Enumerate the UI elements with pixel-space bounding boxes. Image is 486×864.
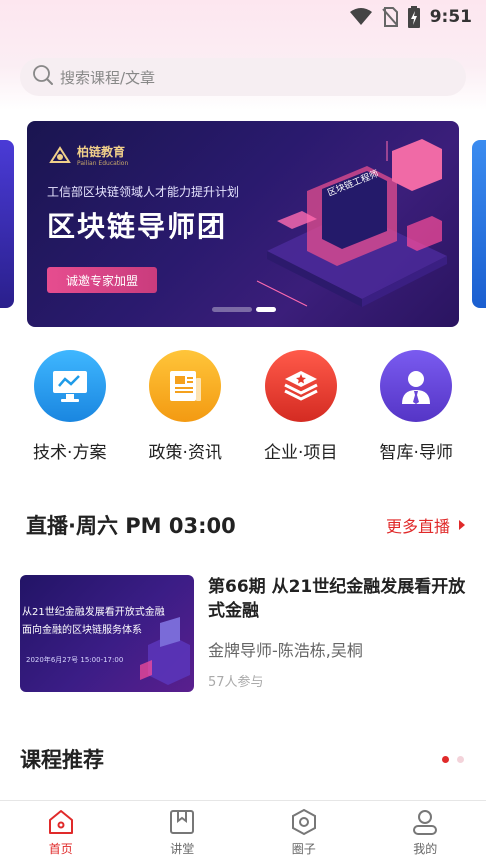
banner-prev-peek[interactable]	[0, 140, 14, 308]
thumbnail-illustration	[140, 617, 190, 685]
banner-isometric-illustration: 区块链工程师	[256, 139, 447, 307]
battery-charging-icon	[407, 6, 420, 28]
tab-lecture[interactable]: 讲堂	[132, 808, 232, 857]
bottom-tab-bar: 首页 讲堂 圈子 我的	[0, 800, 486, 864]
banner-subtitle: 工信部区块链领域人才能力提升计划	[47, 185, 240, 199]
banner-cta-button[interactable]: 诚邀专家加盟	[47, 267, 157, 293]
layers-star-icon	[264, 350, 337, 422]
quick-menu-label: 技术·方案	[33, 443, 107, 463]
live-card-info: 第66期 从21世纪金融发展看开放式金融 金牌导师-陈浩栋,吴桐 57人参与	[208, 575, 466, 690]
status-time: 9:51	[429, 7, 472, 27]
bookmark-icon	[170, 810, 195, 834]
newspaper-icon	[149, 350, 222, 422]
recommend-section-header: 课程推荐	[20, 744, 466, 774]
live-section-header: 直播·周六 PM 03:00 更多直播	[26, 510, 466, 540]
hexagon-icon	[291, 808, 316, 836]
tab-mine[interactable]: 我的	[375, 808, 475, 857]
recommend-dot	[457, 755, 464, 763]
more-live-label: 更多直播	[385, 517, 450, 536]
logo-icon	[49, 146, 71, 163]
banner-indicator	[212, 307, 276, 312]
monitor-chart-icon	[33, 350, 106, 422]
banner-next-peek[interactable]	[472, 140, 486, 308]
banner-logo-sub: Pailian Education	[77, 160, 129, 167]
banner-logo: 柏链教育 Pailian Education	[49, 143, 128, 167]
tab-label: 讲堂	[170, 842, 195, 856]
recommend-dot-active	[442, 755, 449, 763]
tab-label: 圈子	[291, 842, 316, 856]
tab-label: 首页	[48, 842, 73, 856]
quick-menu-tech[interactable]: 技术·方案	[15, 350, 125, 470]
live-thumbnail: 从21世纪金融发展看开放式金融 面向金融的区块链服务体系 2020年6月27号 …	[20, 575, 194, 692]
status-bar: 9:51	[0, 0, 486, 34]
live-section-title: 直播·周六 PM 03:00	[26, 514, 236, 538]
banner-logo-text: 柏链教育	[77, 145, 126, 159]
quick-menu-thinktank[interactable]: 智库·导师	[361, 350, 471, 470]
person-tie-icon	[380, 350, 453, 422]
thumbnail-title-line2: 面向金融的区块链服务体系	[22, 625, 142, 636]
user-icon	[413, 810, 438, 835]
live-card[interactable]: 从21世纪金融发展看开放式金融 面向金融的区块链服务体系 2020年6月27号 …	[20, 575, 466, 693]
more-live-link[interactable]: 更多直播	[386, 513, 466, 537]
live-card-speakers: 金牌导师-陈浩栋,吴桐	[208, 641, 363, 660]
search-input[interactable]: 搜索课程/文章	[60, 67, 155, 88]
wifi-icon	[349, 8, 372, 26]
home-icon	[48, 810, 73, 834]
banner-title: 区块链导师团	[47, 210, 228, 243]
search-icon	[32, 64, 54, 90]
recommend-section-title: 课程推荐	[20, 748, 104, 772]
live-card-participants: 57人参与	[208, 675, 264, 690]
recommend-indicator	[442, 755, 464, 763]
tab-circle[interactable]: 圈子	[254, 808, 354, 857]
thumbnail-date: 2020年6月27号 15:00-17:00	[26, 656, 124, 664]
tab-label: 我的	[413, 842, 438, 856]
quick-menu-label: 政策·资讯	[148, 443, 222, 463]
live-card-title: 第66期 从21世纪金融发展看开放式金融	[208, 577, 466, 621]
tab-home[interactable]: 首页	[11, 808, 111, 857]
quick-menu-label: 企业·项目	[264, 443, 338, 463]
quick-menu: 技术·方案 政策·资讯 企业·项目 智库·导师	[0, 350, 486, 470]
banner-carousel[interactable]: 柏链教育 Pailian Education 工信部区块链领域人才能力提升计划 …	[27, 121, 459, 327]
no-sim-icon	[381, 7, 398, 27]
banner-dot	[212, 307, 252, 312]
quick-menu-label: 智库·导师	[379, 443, 453, 463]
quick-menu-enterprise[interactable]: 企业·项目	[246, 350, 356, 470]
quick-menu-policy[interactable]: 政策·资讯	[130, 350, 240, 470]
chevron-right-icon	[459, 520, 465, 530]
banner-dot-active	[256, 307, 276, 312]
search-bar[interactable]: 搜索课程/文章	[20, 58, 466, 96]
